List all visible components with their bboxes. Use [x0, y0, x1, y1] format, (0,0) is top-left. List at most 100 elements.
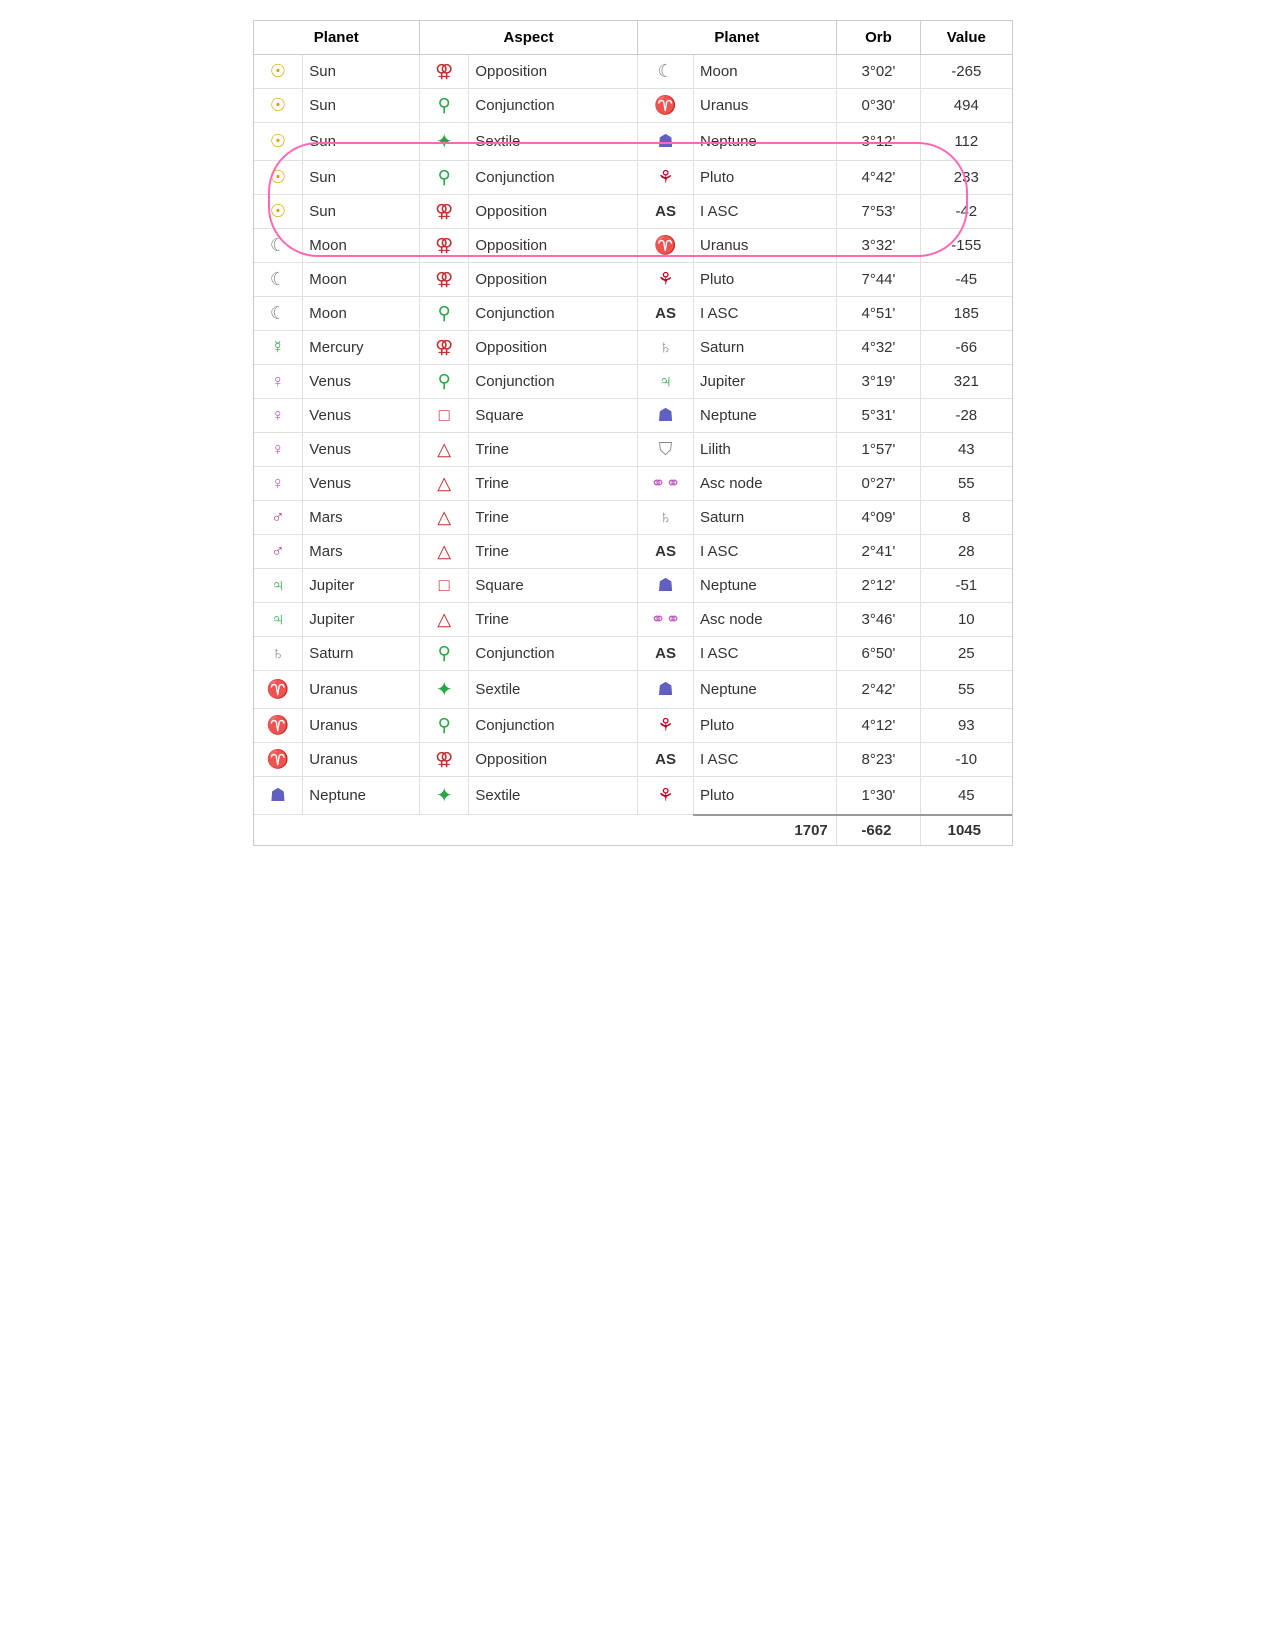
total-orb-sum: 1707	[694, 815, 837, 845]
planet2-symbol: ♈	[638, 229, 694, 263]
aspect-symbol: △	[420, 603, 469, 637]
planet1-symbol: ☾	[254, 297, 303, 331]
aspect-value: 93	[921, 709, 1012, 743]
planet1-name: Saturn	[303, 637, 420, 671]
orb-value: 6°50'	[836, 637, 920, 671]
aspect-symbol: △	[420, 467, 469, 501]
aspect-name: Opposition	[469, 263, 638, 297]
aspect-value: -265	[921, 55, 1012, 89]
planet1-name: Sun	[303, 123, 420, 161]
aspect-name: Opposition	[469, 229, 638, 263]
orb-value: 4°32'	[836, 331, 920, 365]
planet1-symbol: ♈	[254, 671, 303, 709]
orb-value: 0°27'	[836, 467, 920, 501]
aspect-value: -155	[921, 229, 1012, 263]
planet2-symbol: ⚘	[638, 777, 694, 815]
planet2-name: Pluto	[694, 161, 837, 195]
planet1-name: Sun	[303, 195, 420, 229]
planet2-name: Neptune	[694, 671, 837, 709]
aspect-name: Conjunction	[469, 161, 638, 195]
planet2-name: I ASC	[694, 535, 837, 569]
planet1-symbol: ♂	[254, 535, 303, 569]
aspect-name: Opposition	[469, 55, 638, 89]
aspect-value: 55	[921, 671, 1012, 709]
planet2-symbol: ☾	[638, 55, 694, 89]
orb-value: 4°42'	[836, 161, 920, 195]
aspect-symbol: ⚢	[420, 195, 469, 229]
planet1-symbol: ♈	[254, 743, 303, 777]
planet2-name: Moon	[694, 55, 837, 89]
planet2-symbol: ♄	[638, 501, 694, 535]
planet2-name: I ASC	[694, 195, 837, 229]
table-row: ☉ Sun ✦ Sextile ☗ Neptune 3°12' 112	[254, 123, 1012, 161]
aspect-value: 321	[921, 365, 1012, 399]
planet1-name: Venus	[303, 399, 420, 433]
total-pos-sum: 1045	[921, 815, 1012, 845]
aspect-value: 55	[921, 467, 1012, 501]
planet1-name: Sun	[303, 55, 420, 89]
aspect-name: Square	[469, 569, 638, 603]
planet2-symbol: ☗	[638, 399, 694, 433]
planet2-symbol: AS	[638, 637, 694, 671]
aspect-name: Square	[469, 399, 638, 433]
orb-value: 4°09'	[836, 501, 920, 535]
planet2-name: I ASC	[694, 743, 837, 777]
planet1-symbol: ☉	[254, 161, 303, 195]
aspect-name: Opposition	[469, 331, 638, 365]
table-row: ☾ Moon ⚢ Opposition ♈ Uranus 3°32' -155	[254, 229, 1012, 263]
aspect-symbol: ✦	[420, 123, 469, 161]
table-row: ☿ Mercury ⚢ Opposition ♄ Saturn 4°32' -6…	[254, 331, 1012, 365]
orb-value: 0°30'	[836, 89, 920, 123]
aspect-name: Trine	[469, 433, 638, 467]
aspect-value: -66	[921, 331, 1012, 365]
total-row: 1707 -662 1045	[254, 815, 1012, 845]
planet1-name: Jupiter	[303, 569, 420, 603]
planet1-symbol: ♀	[254, 433, 303, 467]
planet1-symbol: ☾	[254, 263, 303, 297]
planet1-symbol: ☉	[254, 55, 303, 89]
aspect-name: Sextile	[469, 123, 638, 161]
table-row: ♀ Venus □ Square ☗ Neptune 5°31' -28	[254, 399, 1012, 433]
table-row: ☾ Moon ⚢ Opposition ⚘ Pluto 7°44' -45	[254, 263, 1012, 297]
planet1-name: Jupiter	[303, 603, 420, 637]
planet1-symbol: ♃	[254, 603, 303, 637]
planet2-symbol: ☗	[638, 123, 694, 161]
total-neg-sum: -662	[836, 815, 920, 845]
aspect-value: -45	[921, 263, 1012, 297]
aspect-value: 28	[921, 535, 1012, 569]
aspects-table: Planet Aspect Planet Orb Value ☉ Sun ⚢ O…	[254, 21, 1012, 845]
planet2-symbol: ⚘	[638, 161, 694, 195]
aspect-symbol: □	[420, 569, 469, 603]
table-row: ♀ Venus △ Trine ⚭⚭ Asc node 0°27' 55	[254, 467, 1012, 501]
planet1-name: Venus	[303, 365, 420, 399]
aspect-symbol: ✦	[420, 777, 469, 815]
planet2-symbol: ♃	[638, 365, 694, 399]
aspect-symbol: △	[420, 433, 469, 467]
orb-value: 5°31'	[836, 399, 920, 433]
planet1-name: Moon	[303, 297, 420, 331]
planet1-name: Uranus	[303, 709, 420, 743]
aspect-symbol: ⚢	[420, 55, 469, 89]
orb-value: 3°12'	[836, 123, 920, 161]
header-aspect: Aspect	[420, 21, 638, 55]
aspect-value: 233	[921, 161, 1012, 195]
orb-value: 3°46'	[836, 603, 920, 637]
orb-value: 8°23'	[836, 743, 920, 777]
aspect-symbol: △	[420, 535, 469, 569]
planet1-name: Sun	[303, 89, 420, 123]
planet1-symbol: ♃	[254, 569, 303, 603]
aspect-symbol: ⚲	[420, 365, 469, 399]
aspect-symbol: ⚲	[420, 297, 469, 331]
planet2-symbol: AS	[638, 297, 694, 331]
table-row: ☉ Sun ⚲ Conjunction ⚘ Pluto 4°42' 233	[254, 161, 1012, 195]
planet1-symbol: ♀	[254, 399, 303, 433]
planet1-name: Uranus	[303, 671, 420, 709]
planet2-name: Asc node	[694, 603, 837, 637]
aspect-symbol: ✦	[420, 671, 469, 709]
aspect-symbol: □	[420, 399, 469, 433]
aspect-value: 43	[921, 433, 1012, 467]
table-row: ☾ Moon ⚲ Conjunction AS I ASC 4°51' 185	[254, 297, 1012, 331]
orb-value: 1°57'	[836, 433, 920, 467]
header-orb: Orb	[836, 21, 920, 55]
orb-value: 3°32'	[836, 229, 920, 263]
